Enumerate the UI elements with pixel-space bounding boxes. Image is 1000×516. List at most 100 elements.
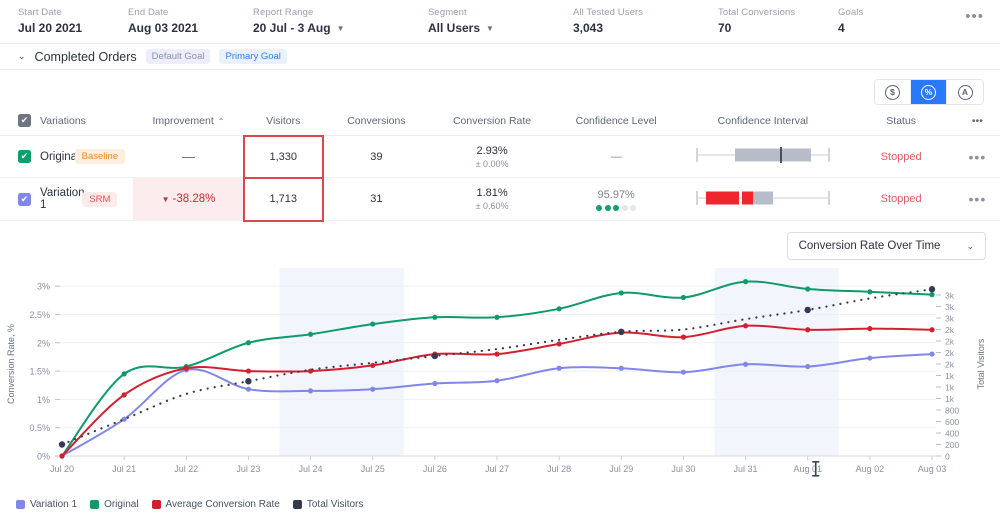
percent-icon: % [921,84,936,100]
row-checkbox[interactable]: ✔ [18,192,31,206]
table-row[interactable]: ✔ Original Baseline — 1,330 39 2.93% ± 0… [0,134,1000,179]
visitors-value: 1,330 [269,150,298,163]
stat-label: Report Range [253,7,314,18]
data-point [245,368,252,374]
stat-total-conversions: Total Conversions 70 [718,6,838,36]
column-header-visitors[interactable]: Visitors [243,108,323,136]
column-header-conversion-rate[interactable]: Conversion Rate [429,108,555,136]
row-confidence-level-cell: 95.97% [554,177,679,221]
status-badge: Stopped [880,193,922,205]
improvement-highlight: ▼ -38.28% [133,178,244,220]
conversion-rate-chart: 0% 0.5% 1% 1.5% 2% 2.5% 3% Conversion Rate, % 0 2… [0,260,1000,495]
row-more-icon[interactable]: ••• [969,149,987,165]
goal-header-row[interactable]: ⌄ Completed Orders Default Goal Primary … [0,44,1000,70]
column-header-confidence-level[interactable]: Confidence Level [554,108,679,136]
svg-text:800: 800 [945,406,959,416]
data-point [307,388,314,394]
legend-label: Total Visitors [306,499,364,510]
column-header-status[interactable]: Status [847,108,955,136]
metric-toggle-group[interactable]: $ % A [874,79,984,105]
legend-item-average-conversion-rate[interactable]: Average Conversion Rate [151,499,280,510]
column-header-conversions[interactable]: Conversions [322,108,430,136]
stat-label: All Tested Users [573,7,644,18]
chevron-down-icon[interactable]: ⌄ [18,51,26,62]
table-row[interactable]: ✔ Variation 1 SRM ▼ -38.28% 1,713 31 1.81… [0,176,1000,222]
report-range-selector[interactable]: 20 Jul - 3 Aug ▼ [253,20,428,36]
data-point [245,378,252,385]
select-all-checkbox[interactable]: ✔ [18,114,31,127]
stat-report-range[interactable]: Report Range 20 Jul - 3 Aug ▼ [253,6,428,36]
revenue-toggle-button[interactable]: $ [875,80,911,104]
data-point [929,351,935,357]
average-toggle-button[interactable]: A [947,80,983,104]
data-point [245,386,252,392]
average-icon: A [957,84,973,100]
data-point [805,363,811,370]
data-point [494,378,500,384]
legend-item-total-visitors[interactable]: Total Visitors [292,499,364,510]
improvement-value: — [181,149,195,164]
row-confidence-interval-cell [678,177,848,221]
data-point [432,380,438,387]
conversions-value: 39 [370,150,383,163]
stat-value: Jul 20 2021 [18,21,83,35]
svg-text:3k: 3k [945,314,955,324]
stat-segment[interactable]: Segment All Users ▼ [428,6,573,36]
confidence-dots [554,204,678,211]
stat-value: Aug 03 2021 [128,21,199,35]
srm-badge: SRM [82,191,118,207]
column-header-variations[interactable]: ✔ Variations [0,108,134,136]
row-badge-cell: Baseline [66,135,134,178]
data-point [307,331,314,337]
svg-text:Jul 30: Jul 30 [671,464,695,474]
row-more-cell[interactable]: ••• [954,135,1000,178]
column-header-improvement[interactable]: Improvement ⌃ [133,108,244,136]
topbar-more-icon[interactable]: ••• [965,9,984,24]
stat-label: Total Conversions [718,7,796,18]
row-checkbox[interactable]: ✔ [18,150,31,163]
badge-primary-goal: Primary Goal [219,49,287,64]
column-header-confidence-interval[interactable]: Confidence Interval [678,108,848,136]
svg-text:0: 0 [945,452,950,462]
data-point [370,362,376,369]
percent-toggle-button[interactable]: % [911,80,947,104]
svg-text:Jul 26: Jul 26 [423,464,447,474]
data-point [805,286,811,292]
column-header-more-icon[interactable]: ••• [954,108,1000,136]
svg-text:2%: 2% [37,338,50,348]
legend-label: Average Conversion Rate [165,499,280,510]
row-variation-name-cell: ✔ Original [0,135,80,178]
data-point [494,314,500,320]
svg-text:1.5%: 1.5% [29,367,50,377]
stat-label: Goals [838,7,864,18]
data-point [431,352,439,360]
data-point [867,289,873,295]
svg-text:Jul 28: Jul 28 [547,464,571,474]
sort-ascending-icon: ⌃ [217,116,225,126]
svg-text:Jul 29: Jul 29 [609,464,633,474]
data-point [618,290,624,296]
segment-selector[interactable]: All Users ▼ [428,20,573,36]
svg-text:1k: 1k [945,371,955,381]
confidence-dot [596,204,603,211]
svg-text:3k: 3k [945,302,955,312]
row-more-icon[interactable]: ••• [969,191,987,207]
stat-value: 20 Jul - 3 Aug [253,21,331,35]
data-point [618,365,624,371]
legend-item-variation-1[interactable]: Variation 1 [16,499,77,510]
conversion-rate-margin: ± 0.00% [475,158,509,169]
improvement-value: -38.28% [172,193,216,205]
data-point [432,314,438,320]
legend-swatch [16,500,25,509]
legend-label: Variation 1 [30,499,78,510]
data-point [804,306,811,314]
row-more-cell[interactable]: ••• [954,177,1000,221]
stat-value: 70 [718,21,732,35]
legend-item-original[interactable]: Original [90,499,139,510]
legend-label: Original [104,499,139,510]
chart-metric-selector[interactable]: Conversion Rate Over Time ⌄ [786,232,986,260]
row-conversion-rate-cell: 1.81% ± 0.60% [429,177,555,221]
chevron-down-icon: ▼ [486,24,494,33]
svg-text:2k: 2k [945,325,955,335]
svg-text:Jul 27: Jul 27 [485,464,509,474]
